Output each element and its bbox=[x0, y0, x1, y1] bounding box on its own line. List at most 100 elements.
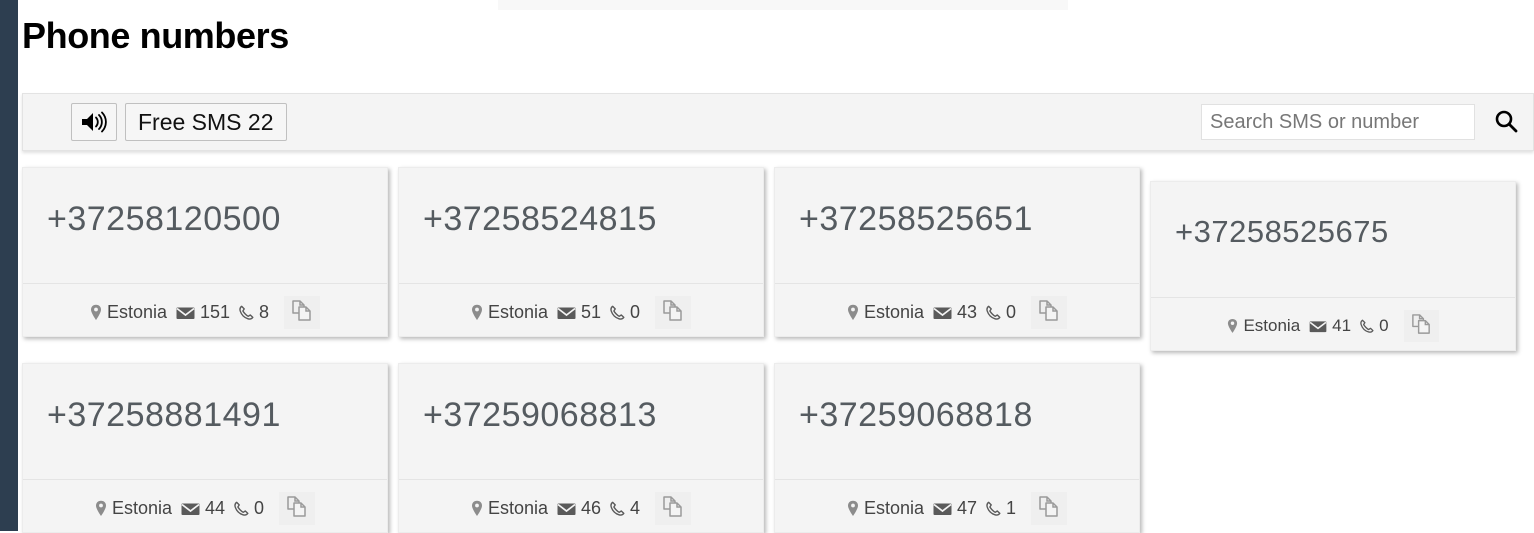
country-group: Estonia bbox=[471, 302, 548, 323]
country-label: Estonia bbox=[863, 302, 924, 322]
map-pin-icon bbox=[1227, 318, 1238, 334]
envelope-icon bbox=[557, 502, 576, 516]
envelope-icon bbox=[176, 306, 195, 320]
phone-number-card[interactable]: +37259068813 Estonia 46 4 bbox=[398, 363, 764, 533]
sms-count-group: 47 bbox=[933, 498, 977, 519]
phone-handset-icon bbox=[234, 501, 249, 516]
card-meta: Estonia 41 0 bbox=[1151, 310, 1515, 342]
card-meta: Estonia 44 0 bbox=[23, 492, 387, 525]
country-label: Estonia bbox=[863, 498, 924, 518]
country-group: Estonia bbox=[847, 302, 924, 323]
phone-handset-icon bbox=[1360, 319, 1374, 333]
call-count-group: 1 bbox=[986, 498, 1016, 519]
call-count-group: 0 bbox=[234, 498, 264, 519]
copy-icon bbox=[1037, 495, 1061, 522]
phone-number-card[interactable]: +37258881491 Estonia 44 0 bbox=[22, 363, 388, 533]
call-count: 0 bbox=[1006, 302, 1017, 322]
phone-number: +37259068813 bbox=[423, 396, 657, 434]
envelope-icon bbox=[557, 306, 576, 320]
country-label: Estonia bbox=[1243, 316, 1301, 335]
page-content: Phone numbers Free SMS 22 Search SMS or … bbox=[18, 0, 1534, 533]
call-count: 0 bbox=[254, 498, 265, 518]
card-divider bbox=[23, 479, 387, 480]
sms-count: 41 bbox=[1332, 316, 1352, 335]
copy-number-button[interactable] bbox=[279, 492, 316, 525]
envelope-icon bbox=[1309, 320, 1327, 333]
card-divider bbox=[399, 479, 763, 480]
copy-icon bbox=[661, 299, 685, 326]
copy-icon bbox=[1037, 299, 1061, 326]
call-count-group: 0 bbox=[1360, 316, 1389, 336]
phone-handset-icon bbox=[610, 501, 625, 516]
envelope-icon bbox=[933, 502, 952, 516]
call-count: 0 bbox=[1379, 316, 1389, 335]
card-divider bbox=[775, 479, 1139, 480]
map-pin-icon bbox=[847, 304, 859, 321]
copy-number-button[interactable] bbox=[655, 492, 692, 525]
envelope-icon bbox=[181, 502, 200, 516]
speaker-volume-icon bbox=[80, 110, 108, 134]
copy-icon bbox=[285, 495, 309, 522]
card-divider bbox=[399, 283, 763, 284]
phone-number-card[interactable]: +37259068818 Estonia 47 1 bbox=[774, 363, 1140, 533]
copy-number-button[interactable] bbox=[1031, 492, 1068, 525]
call-count-group: 0 bbox=[610, 302, 640, 323]
speaker-button[interactable] bbox=[71, 103, 117, 141]
phone-handset-icon bbox=[239, 305, 254, 320]
country-label: Estonia bbox=[487, 302, 548, 322]
map-pin-icon bbox=[471, 304, 483, 321]
phone-number: +37258120500 bbox=[47, 200, 281, 238]
copy-number-button[interactable] bbox=[1031, 296, 1068, 329]
card-meta: Estonia 151 8 bbox=[23, 296, 387, 329]
call-count: 4 bbox=[630, 498, 641, 518]
country-group: Estonia bbox=[847, 498, 924, 519]
copy-number-button[interactable] bbox=[1403, 310, 1439, 342]
phone-handset-icon bbox=[986, 501, 1001, 516]
phone-number-card[interactable]: +37258524815 Estonia 51 0 bbox=[398, 167, 764, 337]
map-pin-icon bbox=[847, 500, 859, 517]
country-label: Estonia bbox=[111, 498, 172, 518]
phone-number-card[interactable]: +37258120500 Estonia 151 8 bbox=[22, 167, 388, 337]
toolbar-right-group bbox=[1201, 104, 1525, 140]
search-button[interactable] bbox=[1487, 108, 1525, 137]
copy-icon bbox=[290, 299, 314, 326]
call-count: 8 bbox=[259, 302, 270, 322]
sms-count: 44 bbox=[205, 498, 226, 518]
sms-count-group: 41 bbox=[1309, 316, 1351, 336]
phone-number-card[interactable]: +37258525675 Estonia 41 0 bbox=[1150, 181, 1516, 351]
sms-count-group: 44 bbox=[181, 498, 225, 519]
card-divider bbox=[775, 283, 1139, 284]
sms-count: 51 bbox=[581, 302, 602, 322]
card-meta: Estonia 43 0 bbox=[775, 296, 1139, 329]
card-meta: Estonia 51 0 bbox=[399, 296, 763, 329]
sms-count: 151 bbox=[199, 302, 231, 322]
card-divider bbox=[1151, 297, 1515, 298]
country-label: Estonia bbox=[106, 302, 167, 322]
map-pin-icon bbox=[95, 500, 107, 517]
call-count: 0 bbox=[630, 302, 641, 322]
left-side-rail bbox=[0, 0, 18, 531]
copy-icon bbox=[661, 495, 685, 522]
card-meta: Estonia 46 4 bbox=[399, 492, 763, 525]
toolbar: Free SMS 22 bbox=[22, 93, 1534, 151]
sms-count-group: 43 bbox=[933, 302, 977, 323]
search-input[interactable] bbox=[1201, 104, 1475, 140]
phone-number-card[interactable]: +37258525651 Estonia 43 0 bbox=[774, 167, 1140, 337]
country-group: Estonia bbox=[95, 498, 172, 519]
call-count-group: 8 bbox=[239, 302, 269, 323]
country-label: Estonia bbox=[487, 498, 548, 518]
envelope-icon bbox=[933, 306, 952, 320]
copy-number-button[interactable] bbox=[284, 296, 321, 329]
country-group: Estonia bbox=[90, 302, 167, 323]
sms-count: 46 bbox=[581, 498, 602, 518]
copy-number-button[interactable] bbox=[655, 296, 692, 329]
card-divider bbox=[23, 283, 387, 284]
call-count: 1 bbox=[1006, 498, 1017, 518]
country-group: Estonia bbox=[471, 498, 548, 519]
phone-handset-icon bbox=[610, 305, 625, 320]
map-pin-icon bbox=[90, 304, 102, 321]
sms-count-group: 51 bbox=[557, 302, 601, 323]
free-sms-button[interactable]: Free SMS 22 bbox=[125, 103, 287, 141]
search-icon bbox=[1493, 108, 1519, 137]
sms-count: 47 bbox=[957, 498, 978, 518]
